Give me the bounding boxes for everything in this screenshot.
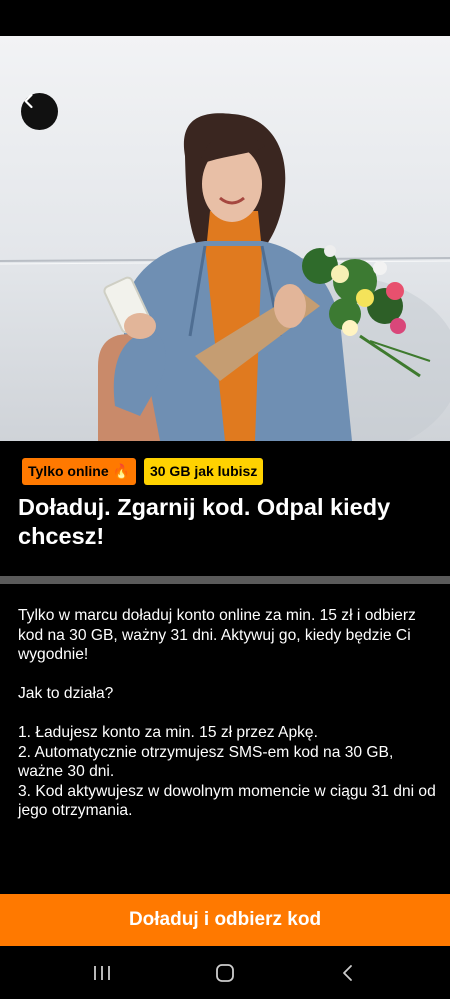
hero-image [0, 36, 450, 441]
hero-photo-illustration [0, 113, 450, 441]
offer-intro: Tylko w marcu doładuj konto online za mi… [18, 607, 416, 663]
status-bar [0, 0, 450, 36]
step-item: 1. Ładujesz konto za min. 15 zł przez Ap… [18, 724, 318, 741]
step-item: 2. Automatycznie otrzymujesz SMS-em kod … [18, 743, 394, 781]
back-chevron-icon [343, 964, 353, 981]
system-nav-bar [0, 946, 450, 999]
badge-row: Tylko online 🔥 30 GB jak lubisz [22, 458, 264, 485]
nav-back-button[interactable] [318, 953, 378, 993]
offer-description: Tylko w marcu doładuj konto online za mi… [18, 606, 438, 821]
step-item: 3. Kod aktywujesz w dowolnym momencie w … [18, 782, 436, 820]
top-up-cta-button[interactable]: Doładuj i odbierz kod [0, 894, 450, 946]
nav-recents-button[interactable] [72, 953, 132, 993]
how-it-works-heading: Jak to działa? [18, 685, 114, 702]
badge-online-only: Tylko online 🔥 [22, 458, 136, 485]
back-button[interactable] [21, 93, 58, 130]
home-icon [216, 963, 234, 982]
recents-icon [93, 965, 110, 980]
nav-home-button[interactable] [195, 953, 255, 993]
section-divider [0, 576, 450, 584]
chevron-left-icon [24, 93, 33, 109]
badge-30gb: 30 GB jak lubisz [143, 458, 264, 485]
offer-title: Doładuj. Zgarnij kod. Odpal kiedy chcesz… [18, 494, 391, 549]
